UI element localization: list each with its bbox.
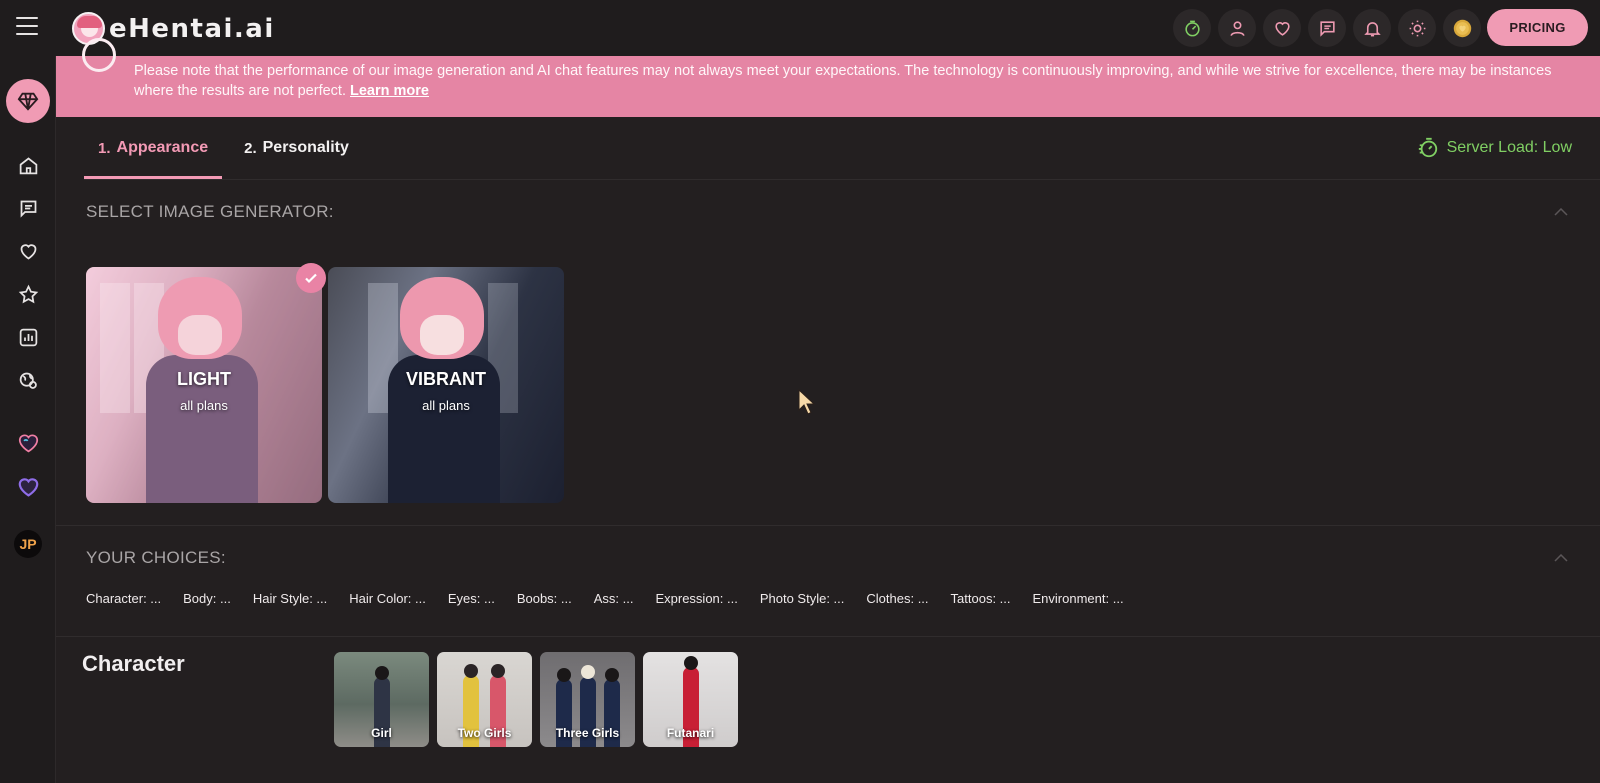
generator-label: LIGHT — [177, 369, 231, 389]
gem-icon[interactable] — [6, 79, 50, 123]
character-heading: Character — [82, 651, 185, 676]
generator-option-vibrant[interactable]: VIBRANT all plans — [328, 267, 564, 503]
tab-label: Appearance — [116, 139, 209, 156]
settings-icon[interactable] — [15, 367, 41, 393]
section-divider — [56, 636, 1600, 637]
step-tabs: 1. Appearance 2. Personality — [84, 117, 363, 179]
chat-icon[interactable] — [15, 195, 41, 221]
choices-heading: YOUR CHOICES: — [86, 548, 226, 567]
server-load-text: Server Load: Low — [1446, 139, 1572, 156]
chevron-up-icon[interactable] — [1554, 554, 1568, 562]
menu-icon[interactable] — [16, 17, 38, 35]
stopwatch-icon — [1418, 137, 1437, 158]
choice-item: Tattoos: ... — [950, 591, 1011, 606]
heart-app-icon[interactable] — [15, 430, 41, 456]
home-icon[interactable] — [15, 152, 41, 178]
character-option-three-girls[interactable]: Three Girls — [540, 652, 635, 747]
choice-item: Clothes: ... — [866, 591, 929, 606]
character-option-two-girls[interactable]: Two Girls — [437, 652, 532, 747]
chart-icon[interactable] — [15, 324, 41, 350]
character-option-futanari[interactable]: Futanari — [643, 652, 738, 747]
choice-item: Photo Style: ... — [759, 591, 845, 606]
learn-more-link[interactable]: Learn more — [350, 83, 429, 99]
chat-icon[interactable] — [1308, 9, 1346, 47]
generator-plan: all plans — [180, 398, 228, 413]
sidebar: JP — [0, 56, 56, 783]
bell-icon[interactable] — [1353, 9, 1391, 47]
tab-label: Personality — [262, 139, 349, 156]
selected-check-icon — [296, 263, 326, 293]
generator-plan: all plans — [422, 398, 470, 413]
choices-summary: Character: ... Body: ... Hair Style: ...… — [86, 591, 1146, 606]
user-icon[interactable] — [1218, 9, 1256, 47]
choice-item: Boobs: ... — [516, 591, 572, 606]
choice-item: Hair Color: ... — [349, 591, 426, 606]
generator-option-light[interactable]: LIGHT all plans — [86, 267, 322, 503]
star-icon[interactable] — [15, 281, 41, 307]
notice-text: Please note that the performance of our … — [134, 63, 1552, 99]
pricing-button[interactable]: PRICING — [1487, 9, 1588, 46]
choice-item: Eyes: ... — [447, 591, 495, 606]
app-frame: eHentai.ai PRICING JP Please note that t… — [0, 0, 1600, 783]
chevron-up-icon[interactable] — [1554, 208, 1568, 216]
info-icon — [82, 38, 116, 72]
main-content: 1. Appearance 2. Personality Server Load… — [56, 117, 1600, 783]
choice-item: Environment: ... — [1032, 591, 1124, 606]
tab-number: 2. — [244, 139, 257, 157]
heart-icon[interactable] — [15, 238, 41, 264]
character-label: Futanari — [666, 726, 715, 740]
character-label: Girl — [371, 726, 392, 740]
server-load-status: Server Load: Low — [1417, 137, 1572, 159]
top-icons — [1173, 9, 1481, 47]
coin-icon[interactable] — [1443, 9, 1481, 47]
tab-appearance[interactable]: 1. Appearance — [84, 117, 223, 179]
sun-icon[interactable] — [1398, 9, 1436, 47]
character-options: Girl Two Girls Three Girls Futanari — [334, 652, 738, 747]
tab-divider — [84, 179, 1600, 180]
top-bar: eHentai.ai PRICING — [0, 0, 1600, 56]
section-divider — [56, 525, 1600, 526]
tab-number: 1. — [98, 139, 111, 157]
heart-outline-app-icon[interactable] — [15, 474, 41, 500]
choice-item: Body: ... — [183, 591, 231, 606]
choice-item: Expression: ... — [655, 591, 738, 606]
choice-item: Hair Style: ... — [252, 591, 328, 606]
tab-personality[interactable]: 2. Personality — [230, 117, 363, 179]
logo-text: eHentai.ai — [109, 13, 275, 44]
heart-icon[interactable] — [1263, 9, 1301, 47]
avatar[interactable]: JP — [14, 530, 42, 558]
character-option-girl[interactable]: Girl — [334, 652, 429, 747]
character-label: Two Girls — [457, 726, 512, 740]
mouse-cursor-icon — [798, 389, 816, 415]
generator-label: VIBRANT — [406, 369, 486, 389]
notice-banner: Please note that the performance of our … — [56, 38, 1600, 117]
choice-item: Character: ... — [86, 591, 162, 606]
speedometer-icon[interactable] — [1173, 9, 1211, 47]
image-generator-heading: SELECT IMAGE GENERATOR: — [86, 202, 334, 221]
character-label: Three Girls — [555, 726, 620, 740]
choice-item: Ass: ... — [593, 591, 634, 606]
